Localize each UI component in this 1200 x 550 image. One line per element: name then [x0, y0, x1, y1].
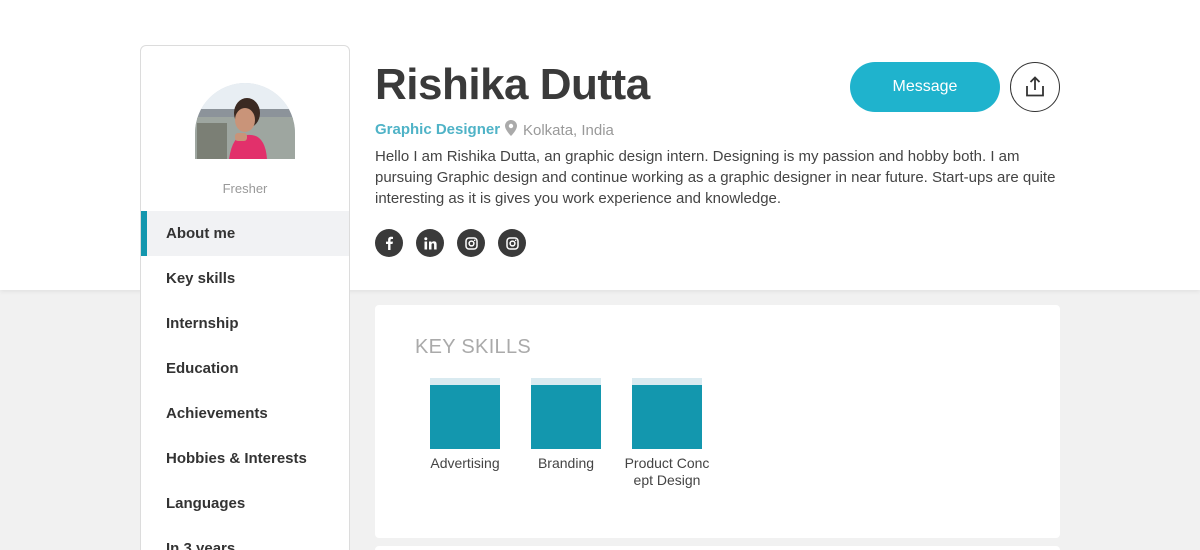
skill-item: Product Concept Design: [617, 378, 717, 489]
share-icon: [1026, 76, 1044, 97]
sidebar-item-hobbies[interactable]: Hobbies & Interests: [141, 436, 349, 481]
profile-name: Rishika Dutta: [375, 60, 650, 109]
sidebar-item-key-skills[interactable]: Key skills: [141, 256, 349, 301]
skills-list: Advertising Branding Product Concept Des…: [415, 378, 718, 489]
profile-location: Kolkata, India: [505, 120, 614, 140]
social-links: [375, 229, 526, 257]
location-pin-icon: [505, 120, 517, 140]
about-text: Hello I am Rishika Dutta, an graphic des…: [375, 148, 1056, 207]
sidebar-item-internship[interactable]: Internship: [141, 301, 349, 346]
sidebar-item-languages[interactable]: Languages: [141, 481, 349, 526]
sidebar-item-in-3-years[interactable]: In 3 years: [141, 526, 349, 550]
profile-role: Graphic Designer: [375, 121, 501, 138]
facebook-icon[interactable]: [375, 229, 403, 257]
sidebar-item-achievements[interactable]: Achievements: [141, 391, 349, 436]
key-skills-card: KEY SKILLS Advertising Branding Product …: [375, 305, 1060, 538]
sidebar-item-about-me[interactable]: About me: [141, 211, 349, 256]
instagram-icon[interactable]: [457, 229, 485, 257]
skill-item: Branding: [516, 378, 616, 489]
key-skills-title: KEY SKILLS: [415, 336, 532, 358]
skill-label: Branding: [537, 455, 595, 471]
skill-icon-tile: [632, 378, 702, 449]
instagram-icon[interactable]: [498, 229, 526, 257]
skill-icon-tile: [430, 378, 500, 449]
avatar: [195, 83, 295, 159]
experience-status: Fresher: [222, 181, 268, 196]
share-button[interactable]: [1010, 62, 1060, 112]
skill-icon-tile: [531, 378, 601, 449]
sidebar-item-education[interactable]: Education: [141, 346, 349, 391]
next-section-card: [375, 546, 1060, 550]
profile-sidebar: Fresher About me Key skills Internship E…: [140, 45, 350, 550]
skill-label: Advertising: [430, 455, 500, 471]
linkedin-icon[interactable]: [416, 229, 444, 257]
skill-label: Product Concept Design: [624, 455, 710, 488]
message-button[interactable]: Message: [850, 62, 1000, 112]
skill-item: Advertising: [415, 378, 515, 489]
location-text: Kolkata, India: [523, 121, 614, 139]
sidebar-nav: About me Key skills Internship Education…: [141, 211, 349, 550]
